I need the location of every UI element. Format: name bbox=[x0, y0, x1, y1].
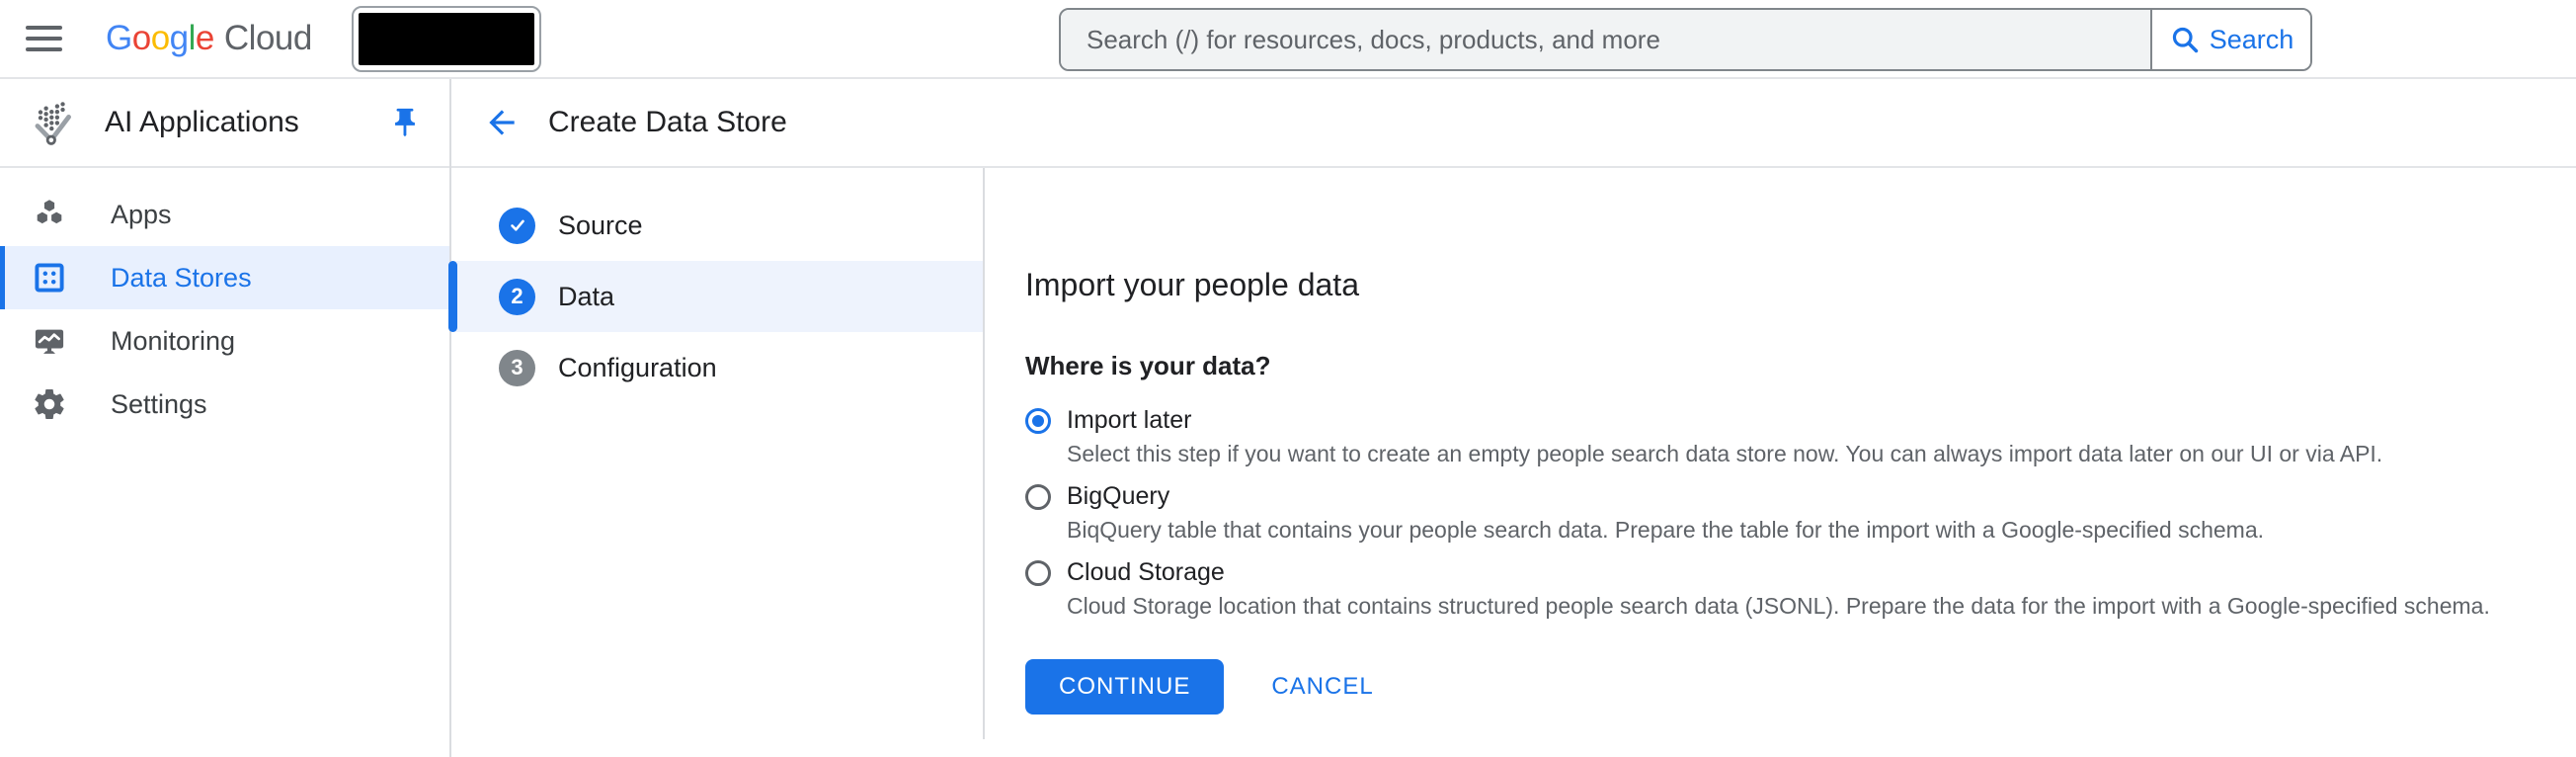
global-search-bar: Search bbox=[1059, 8, 2312, 71]
sidebar-item-label: Data Stores bbox=[111, 263, 252, 294]
sidebar-item-apps[interactable]: Apps bbox=[0, 183, 449, 246]
hamburger-icon[interactable] bbox=[26, 26, 62, 51]
step-number: 3 bbox=[499, 350, 535, 386]
logo-letter: l bbox=[189, 19, 196, 58]
search-button[interactable]: Search bbox=[2150, 10, 2310, 69]
option-description: BiqQuery table that contains your people… bbox=[1067, 516, 2264, 544]
page-shell: AI Applications Apps bbox=[0, 79, 2576, 757]
continue-button[interactable]: CONTINUE bbox=[1025, 659, 1224, 715]
step-label: Configuration bbox=[558, 353, 717, 383]
data-stores-icon bbox=[30, 260, 69, 295]
logo-letter: e bbox=[196, 19, 214, 58]
sidebar-title: AI Applications bbox=[105, 106, 299, 139]
radio-button[interactable] bbox=[1025, 560, 1051, 586]
radio-option-bigquery[interactable]: BigQuery BiqQuery table that contains yo… bbox=[1025, 481, 2576, 544]
redaction-block bbox=[359, 13, 534, 65]
sidebar-nav: Apps Data Stores bbox=[0, 168, 449, 436]
radio-group: Import later Select this step if you wan… bbox=[1025, 405, 2576, 620]
pin-icon[interactable] bbox=[388, 106, 422, 139]
magnifier-icon bbox=[2169, 24, 2201, 55]
main-panel: Import your people data Where is your da… bbox=[985, 168, 2576, 739]
sidebar-item-label: Apps bbox=[111, 200, 172, 230]
step-source[interactable]: Source bbox=[451, 190, 983, 261]
step-label: Data bbox=[558, 282, 614, 312]
content-body: Source 2 Data 3 Configuration Import you… bbox=[451, 168, 2576, 739]
stepper: Source 2 Data 3 Configuration bbox=[451, 168, 985, 739]
page-title: Create Data Store bbox=[548, 106, 787, 139]
option-label: Import later bbox=[1067, 405, 2382, 435]
active-step-indicator bbox=[448, 261, 457, 332]
apps-cubes-icon bbox=[30, 197, 69, 232]
option-description: Cloud Storage location that contains str… bbox=[1067, 592, 2490, 620]
radio-button[interactable] bbox=[1025, 408, 1051, 434]
step-label: Source bbox=[558, 210, 643, 241]
logo-letter: G bbox=[106, 19, 132, 58]
step-configuration[interactable]: 3 Configuration bbox=[451, 332, 983, 403]
step-number: 2 bbox=[499, 279, 535, 315]
sidebar: AI Applications Apps bbox=[0, 79, 451, 757]
main-heading: Import your people data bbox=[1025, 267, 2576, 303]
option-label: BigQuery bbox=[1067, 481, 2264, 511]
search-input[interactable] bbox=[1061, 10, 2150, 69]
sidebar-item-data-stores[interactable]: Data Stores bbox=[0, 246, 449, 309]
sidebar-item-monitoring[interactable]: Monitoring bbox=[0, 309, 449, 373]
radio-button[interactable] bbox=[1025, 484, 1051, 510]
content-area: Create Data Store Source 2 Data bbox=[451, 79, 2576, 757]
option-label: Cloud Storage bbox=[1067, 557, 2490, 587]
sidebar-item-label: Settings bbox=[111, 389, 207, 420]
data-location-question: Where is your data? bbox=[1025, 351, 2576, 381]
check-icon bbox=[499, 208, 535, 244]
logo-letter: o bbox=[132, 19, 151, 58]
ai-applications-icon bbox=[28, 97, 79, 148]
radio-option-import-later[interactable]: Import later Select this step if you wan… bbox=[1025, 405, 2576, 467]
option-description: Select this step if you want to create a… bbox=[1067, 440, 2382, 467]
logo-letter: o bbox=[151, 19, 170, 58]
monitoring-icon bbox=[30, 323, 69, 359]
cancel-button[interactable]: CANCEL bbox=[1271, 673, 1373, 701]
logo-cloud-text: Cloud bbox=[224, 19, 312, 58]
top-app-bar: G o o g l e Cloud Search bbox=[0, 0, 2576, 79]
radio-option-cloud-storage[interactable]: Cloud Storage Cloud Storage location tha… bbox=[1025, 557, 2576, 620]
content-header: Create Data Store bbox=[451, 79, 2576, 168]
sidebar-item-settings[interactable]: Settings bbox=[0, 373, 449, 436]
project-selector-redacted[interactable] bbox=[352, 6, 541, 72]
gear-icon bbox=[30, 386, 69, 422]
google-cloud-logo: G o o g l e Cloud bbox=[106, 19, 312, 58]
logo-letter: g bbox=[170, 19, 189, 58]
search-button-label: Search bbox=[2210, 25, 2294, 55]
sidebar-header: AI Applications bbox=[0, 79, 449, 168]
step-data[interactable]: 2 Data bbox=[451, 261, 983, 332]
form-actions: CONTINUE CANCEL bbox=[1025, 659, 2576, 715]
sidebar-item-label: Monitoring bbox=[111, 326, 235, 357]
back-arrow-icon[interactable] bbox=[483, 104, 521, 141]
